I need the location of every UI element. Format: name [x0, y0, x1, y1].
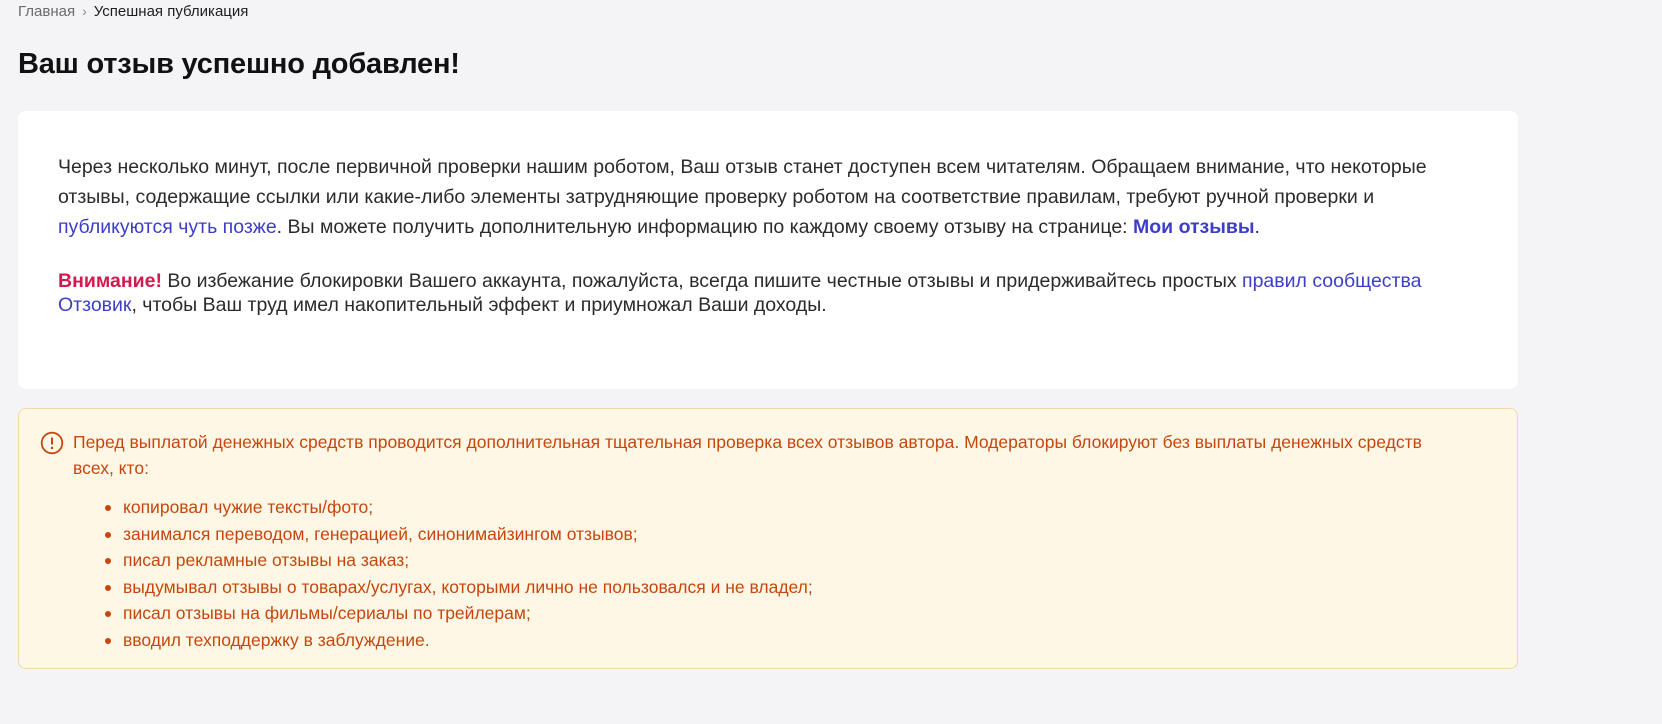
payout-check-notice: Перед выплатой денежных средств проводит… — [18, 408, 1518, 669]
info-text-part-1: Через несколько минут, после первичной п… — [58, 156, 1427, 208]
publication-info-text: Через несколько минут, после первичной п… — [58, 152, 1478, 242]
list-item: писал рекламные отзывы на заказ; — [105, 547, 813, 574]
published-later-link[interactable]: публикуются чуть позже — [58, 216, 277, 238]
breadcrumb-home-link[interactable]: Главная — [18, 3, 75, 20]
page-title: Ваш отзыв успешно добавлен! — [18, 48, 460, 80]
violations-list: копировал чужие тексты/фото; занимался п… — [105, 494, 813, 654]
breadcrumb-separator: › — [82, 3, 87, 19]
my-reviews-link[interactable]: Мои отзывы — [1133, 216, 1255, 238]
attention-label: Внимание! — [58, 270, 162, 292]
list-item: выдумывал отзывы о товарах/услугах, кото… — [105, 574, 813, 601]
exclamation-circle-icon — [40, 431, 64, 455]
list-item: копировал чужие тексты/фото; — [105, 494, 813, 521]
breadcrumb: Главная › Успешная публикация — [18, 1, 248, 22]
list-item: занимался переводом, генерацией, синоним… — [105, 521, 813, 548]
info-text-part-3: . — [1254, 216, 1260, 238]
notice-text: Перед выплатой денежных средств проводит… — [73, 432, 1422, 478]
info-text-part-2: . Вы можете получить дополнительную инфо… — [276, 216, 1134, 238]
warning-text-part-1: Во избежание блокировки Вашего аккаунта,… — [161, 270, 1243, 292]
success-message-card: Через несколько минут, после первичной п… — [18, 111, 1518, 389]
list-item: писал отзывы на фильмы/сериалы по трейле… — [105, 600, 813, 627]
warning-text-part-2: , чтобы Ваш труд имел накопительный эффе… — [131, 294, 827, 316]
breadcrumb-current: Успешная публикация — [93, 3, 249, 20]
list-item: вводил техподдержку в заблуждение. — [105, 627, 813, 654]
attention-text: Внимание! Во избежание блокировки Вашего… — [58, 269, 1478, 317]
